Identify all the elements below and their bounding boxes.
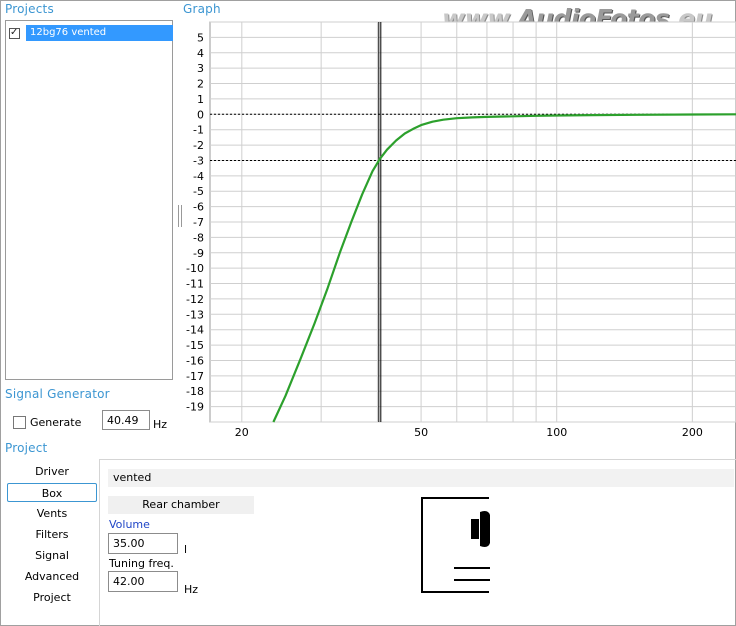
y-tick-label: -9 xyxy=(193,247,204,260)
y-tick-label: -14 xyxy=(186,324,204,337)
y-tick-label: -4 xyxy=(193,170,204,183)
y-tick-label: 2 xyxy=(197,78,204,91)
y-tick-label: -17 xyxy=(186,370,204,383)
generate-label: Generate xyxy=(30,416,82,429)
y-tick-label: -3 xyxy=(193,154,204,167)
y-tick-label: -12 xyxy=(186,293,204,306)
project-item[interactable]: ✓ 12bg76 vented xyxy=(9,25,173,41)
frequency-response-chart[interactable]: 5 4 3 2 1 0 -1 -2 -3 -4 -5 -6 -7 -8 -9 -10 -11 -12 -13 -14 -… xyxy=(176,18,736,444)
tuning-freq-label: Tuning freq. xyxy=(109,557,174,570)
y-tick-label: -19 xyxy=(186,401,204,414)
y-tick-label: -11 xyxy=(186,278,204,291)
enclosure-outline xyxy=(421,497,491,593)
volume-unit: l xyxy=(184,543,188,556)
projects-title: Projects xyxy=(5,2,54,16)
y-tick-label: -16 xyxy=(186,354,204,367)
nav-signal[interactable]: Signal xyxy=(7,546,97,565)
nav-vents[interactable]: Vents xyxy=(7,504,97,523)
project-name[interactable]: 12bg76 vented xyxy=(26,25,173,41)
y-tick-label: -15 xyxy=(186,339,204,352)
volume-label: Volume xyxy=(109,518,150,531)
y-tick-label: -1 xyxy=(193,124,204,137)
signal-generator-title: Signal Generator xyxy=(5,387,110,401)
nav-box[interactable]: Box xyxy=(7,483,97,502)
signal-frequency-unit: Hz xyxy=(153,418,168,431)
y-tick-label: 3 xyxy=(197,62,204,75)
y-tick-label: 1 xyxy=(197,93,204,106)
projects-list[interactable]: ✓ 12bg76 vented xyxy=(5,20,173,380)
y-tick-label: 0 xyxy=(197,108,204,121)
volume-input[interactable] xyxy=(108,533,178,554)
x-tick-label: 100 xyxy=(546,426,567,439)
y-tick-label: -6 xyxy=(193,201,204,214)
nav-driver[interactable]: Driver xyxy=(7,462,97,481)
y-tick-label: -13 xyxy=(186,308,204,321)
y-tick-label: 4 xyxy=(197,47,204,60)
checkmark-icon: ✓ xyxy=(10,26,19,38)
x-tick-label: 50 xyxy=(414,426,428,439)
nav-project[interactable]: Project xyxy=(7,588,97,607)
y-tick-label: -7 xyxy=(193,216,204,229)
vented-box-diagram xyxy=(421,496,494,594)
speaker-cone-icon xyxy=(480,511,490,547)
generate-checkbox[interactable] xyxy=(13,416,26,429)
project-title: Project xyxy=(5,441,48,455)
rear-chamber-tab[interactable]: Rear chamber xyxy=(108,496,254,514)
x-tick-label: 20 xyxy=(235,426,249,439)
tuning-freq-unit: Hz xyxy=(184,583,199,596)
y-tick-label: 5 xyxy=(197,31,204,44)
nav-advanced[interactable]: Advanced xyxy=(7,567,97,586)
y-tick-label: -5 xyxy=(193,185,204,198)
y-tick-label: -8 xyxy=(193,231,204,244)
x-tick-label: 200 xyxy=(682,426,703,439)
y-tick-label: -18 xyxy=(186,385,204,398)
box-type-header: vented xyxy=(108,469,734,487)
speaker-magnet-icon xyxy=(471,519,479,539)
signal-frequency-input[interactable] xyxy=(102,410,150,430)
y-tick-label: -10 xyxy=(186,262,204,275)
project-checkbox[interactable]: ✓ xyxy=(9,26,20,39)
graph-title: Graph xyxy=(183,2,221,16)
y-tick-label: -2 xyxy=(193,139,204,152)
tuning-freq-input[interactable] xyxy=(108,571,178,592)
nav-filters[interactable]: Filters xyxy=(7,525,97,544)
